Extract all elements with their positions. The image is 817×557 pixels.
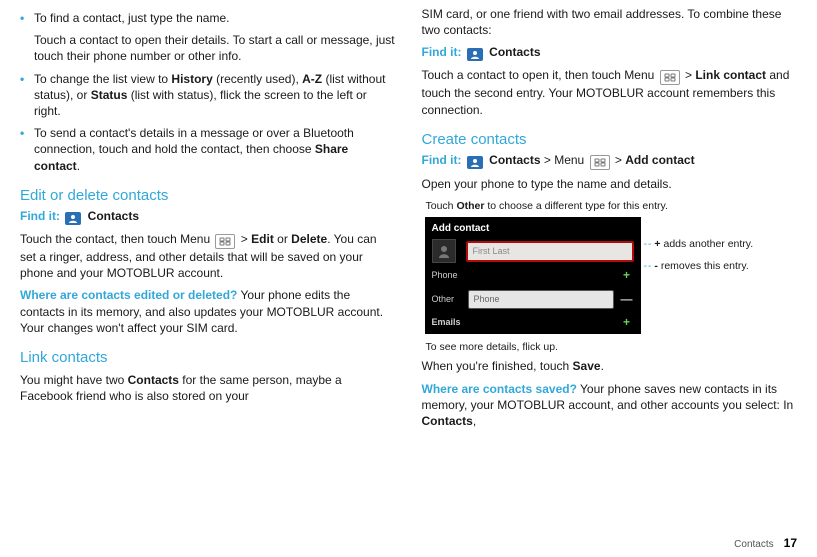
- body-text: ,: [473, 414, 476, 428]
- field-label: Phone: [432, 269, 462, 281]
- bold: History: [171, 72, 212, 86]
- menu-icon: [660, 70, 680, 85]
- body-text: When you're finished, touch: [422, 359, 573, 373]
- contacts-label: Contacts: [489, 45, 540, 59]
- menu-icon: [590, 155, 610, 170]
- paragraph: You might have two Contacts for the same…: [20, 372, 396, 404]
- other-row: Other Phone —: [426, 287, 640, 311]
- leader-line: - -: [644, 238, 651, 251]
- contacts-icon: [467, 48, 483, 61]
- find-it-label: Find it:: [20, 209, 60, 223]
- contacts-icon: [65, 212, 81, 225]
- paragraph: When you're finished, touch Save.: [422, 358, 798, 374]
- field-label: Emails: [432, 316, 462, 328]
- phone-row: Phone +: [426, 263, 640, 287]
- body-text: >: [612, 153, 626, 167]
- plus-icon[interactable]: +: [620, 268, 634, 282]
- body-text: or: [274, 232, 291, 246]
- footer-section: Contacts: [734, 538, 773, 552]
- menu-icon: [215, 234, 235, 249]
- callout-top: Touch Other to choose a different type f…: [426, 200, 798, 213]
- bold: Delete: [291, 232, 327, 246]
- list-item: To change the list view to History (rece…: [20, 71, 396, 120]
- bold: Link contact: [695, 68, 766, 82]
- paragraph: Where are contacts edited or deleted? Yo…: [20, 287, 396, 336]
- heading-edit-delete: Edit or delete contacts: [20, 186, 396, 206]
- right-column: SIM card, or one friend with two email a…: [422, 6, 798, 435]
- bold: Status: [91, 88, 128, 102]
- phone-illustration: Touch Other to choose a different type f…: [422, 200, 798, 354]
- bold: Add contact: [625, 153, 694, 167]
- side-callouts: - - + adds another entry. - - - removes …: [644, 238, 774, 281]
- list-item: To find a contact, just type the name. T…: [20, 10, 396, 65]
- body-text: >: [682, 68, 696, 82]
- body-text: To change the list view to: [34, 72, 171, 86]
- bold: Other: [456, 200, 484, 212]
- name-row: First Last: [426, 239, 640, 263]
- field-label[interactable]: Other: [432, 293, 462, 305]
- heading-create: Create contacts: [422, 130, 798, 150]
- body-text: adds another entry.: [661, 238, 754, 250]
- plus-icon[interactable]: +: [620, 315, 634, 329]
- phone-screen: Add contact First Last Phone + Other Pho…: [425, 217, 641, 335]
- contacts-label: Contacts: [489, 153, 540, 167]
- contacts-icon: [467, 156, 483, 169]
- body-text: .: [601, 359, 604, 373]
- bold: Contacts: [128, 373, 179, 387]
- find-it-line: Find it: Contacts: [20, 208, 396, 225]
- paragraph: Touch the contact, then touch Menu > Edi…: [20, 231, 396, 281]
- screen-title: Add contact: [426, 218, 640, 240]
- body-text: Touch a contact to open it, then touch M…: [422, 68, 658, 82]
- body-text: (recently used),: [213, 72, 302, 86]
- paragraph: Open your phone to type the name and det…: [422, 176, 798, 192]
- tips-list: To find a contact, just type the name. T…: [20, 10, 396, 174]
- body-text: > Menu: [541, 153, 588, 167]
- minus-icon[interactable]: —: [620, 292, 634, 306]
- body-text: to choose a different type for this entr…: [484, 200, 667, 212]
- emails-row: Emails +: [426, 311, 640, 333]
- left-column: To find a contact, just type the name. T…: [20, 6, 396, 435]
- contacts-label: Contacts: [88, 209, 139, 223]
- avatar-icon[interactable]: [432, 239, 456, 263]
- find-it-label: Find it:: [422, 45, 462, 59]
- page-footer: Contacts 17: [734, 535, 797, 552]
- leader-line: - -: [644, 260, 651, 273]
- list-item: To send a contact's details in a message…: [20, 125, 396, 174]
- body-text: Touch a contact to open their details. T…: [34, 32, 396, 64]
- paragraph: Touch a contact to open it, then touch M…: [422, 67, 798, 117]
- callout-remove: - - - removes this entry.: [644, 260, 774, 273]
- callout-bottom: To see more details, flick up.: [426, 340, 798, 354]
- callout-question: Where are contacts saved?: [422, 382, 577, 396]
- callout-question: Where are contacts edited or deleted?: [20, 288, 237, 302]
- body-text: To find a contact, just type the name.: [34, 11, 229, 25]
- paragraph: Where are contacts saved? Your phone sav…: [422, 381, 798, 430]
- heading-link: Link contacts: [20, 348, 396, 368]
- body-text: removes this entry.: [658, 260, 749, 272]
- body-text: >: [237, 232, 251, 246]
- other-field[interactable]: Phone: [468, 290, 614, 309]
- paragraph: SIM card, or one friend with two email a…: [422, 6, 798, 38]
- page-number: 17: [784, 535, 797, 551]
- body-text: Touch: [426, 200, 457, 212]
- bold: Contacts: [422, 414, 473, 428]
- body-text: To send a contact's details in a message…: [34, 126, 354, 156]
- find-it-label: Find it:: [422, 153, 462, 167]
- find-it-line: Find it: Contacts > Menu > Add contact: [422, 152, 798, 170]
- callout-add: - - + adds another entry.: [644, 238, 774, 251]
- body-text: Touch the contact, then touch Menu: [20, 232, 213, 246]
- bold: Edit: [251, 232, 274, 246]
- bold: A-Z: [302, 72, 322, 86]
- body-text: .: [77, 159, 80, 173]
- find-it-line: Find it: Contacts: [422, 44, 798, 61]
- name-field[interactable]: First Last: [466, 241, 634, 262]
- body-text: You might have two: [20, 373, 128, 387]
- bold: Save: [573, 359, 601, 373]
